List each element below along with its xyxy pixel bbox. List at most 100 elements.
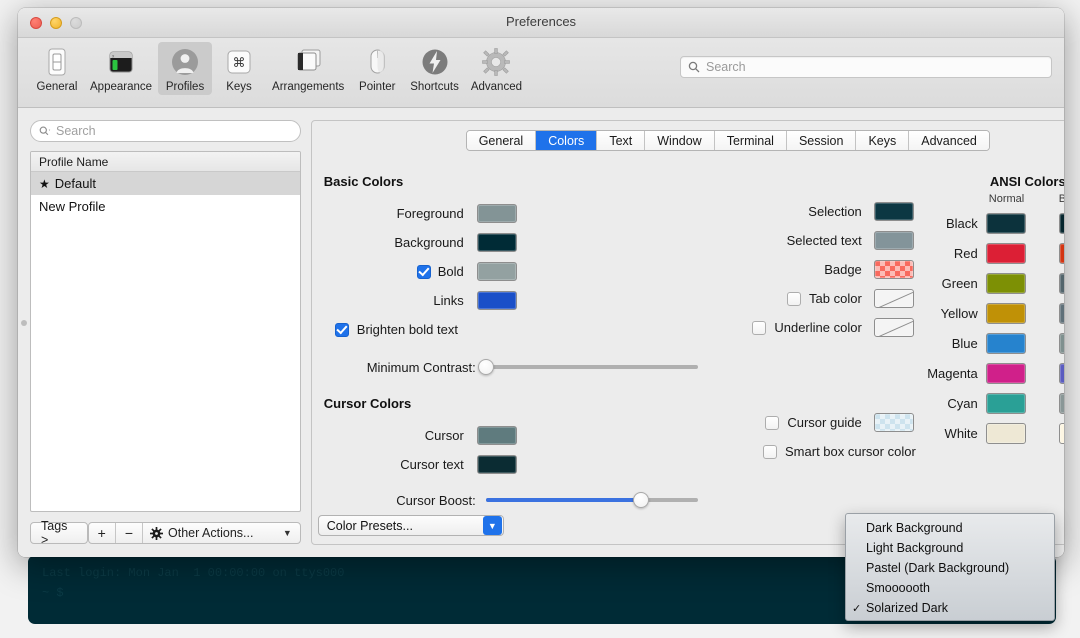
bold-color-swatch[interactable] xyxy=(476,262,517,281)
ansi-blue-bright-swatch[interactable] xyxy=(1058,332,1064,354)
ansi-white-bright-swatch[interactable] xyxy=(1058,422,1064,444)
selected-text-label: Selected text xyxy=(786,233,862,248)
toolbar-item-pointer[interactable]: Pointer xyxy=(350,42,404,95)
ansi-black-normal-swatch[interactable] xyxy=(985,212,1026,234)
background-label: Background xyxy=(394,235,464,250)
tab-text[interactable]: Text xyxy=(597,131,646,150)
toolbar-item-shortcuts[interactable]: Shortcuts xyxy=(404,42,465,95)
ansi-magenta-normal-swatch[interactable] xyxy=(985,362,1026,384)
underline-color-checkbox[interactable] xyxy=(752,320,767,335)
cursor-boost-slider[interactable] xyxy=(485,492,698,508)
selection-color-swatch[interactable] xyxy=(873,202,914,221)
sidebar-footer: Tags > + − Other Actions... ▼ xyxy=(30,519,301,547)
profiles-column-header[interactable]: Profile Name xyxy=(31,152,300,172)
ansi-row-black: Black xyxy=(924,208,1064,238)
profile-row-new-profile[interactable]: New Profile xyxy=(31,195,300,218)
tab-advanced[interactable]: Advanced xyxy=(909,131,989,150)
other-actions-button[interactable]: Other Actions... ▼ xyxy=(143,523,300,543)
row-minimum-contrast: Minimum Contrast: xyxy=(324,352,716,382)
badge-color-swatch[interactable] xyxy=(873,260,914,279)
ansi-colors-column: ANSI Colors Normal Bright Black R xyxy=(916,174,1064,515)
toolbar-item-label: Pointer xyxy=(359,81,396,93)
menu-item-label: Smoooooth xyxy=(866,581,930,595)
row-cursor-text: Cursor text xyxy=(324,450,716,479)
underline-color-swatch[interactable] xyxy=(873,318,914,337)
toolbar-item-label: Profiles xyxy=(165,81,205,93)
ansi-green-normal-swatch[interactable] xyxy=(985,272,1026,294)
ansi-label: Cyan xyxy=(947,395,978,411)
ansi-cyan-bright-swatch[interactable] xyxy=(1058,392,1064,414)
ansi-black-bright-swatch[interactable] xyxy=(1058,212,1064,234)
chevron-down-icon: ▼ xyxy=(282,528,292,538)
menu-item-pastel-dark-background[interactable]: Pastel (Dark Background) xyxy=(846,558,1054,578)
toolbar-item-profiles[interactable]: Profiles xyxy=(158,42,213,95)
tab-color-checkbox[interactable] xyxy=(787,291,802,306)
menu-item-solarized-dark[interactable]: ✓ Solarized Dark xyxy=(846,598,1054,618)
menu-item-light-background[interactable]: Light Background xyxy=(846,538,1054,558)
bold-checkbox[interactable] xyxy=(416,264,431,279)
tab-window[interactable]: Window xyxy=(645,131,715,150)
slider-knob[interactable] xyxy=(477,359,494,375)
ansi-red-normal-swatch[interactable] xyxy=(985,242,1026,264)
ansi-cyan-normal-swatch[interactable] xyxy=(985,392,1026,414)
gear-icon xyxy=(150,526,163,540)
general-icon xyxy=(39,45,75,79)
row-cursor: Cursor xyxy=(324,421,716,450)
ansi-blue-normal-swatch[interactable] xyxy=(985,332,1026,354)
cursor-color-swatch[interactable] xyxy=(476,426,517,445)
background-color-swatch[interactable] xyxy=(476,233,517,252)
links-color-swatch[interactable] xyxy=(476,291,517,310)
ansi-green-bright-swatch[interactable] xyxy=(1058,272,1064,294)
slider-knob[interactable] xyxy=(632,492,649,508)
cursor-guide-color-swatch[interactable] xyxy=(873,413,914,432)
tab-general[interactable]: General xyxy=(466,131,537,150)
row-selection: Selection xyxy=(716,197,916,226)
cursor-text-color-swatch[interactable] xyxy=(476,455,517,474)
smart-box-cursor-color-checkbox[interactable] xyxy=(763,444,778,459)
ansi-yellow-normal-swatch[interactable] xyxy=(985,302,1026,324)
toolbar-item-general[interactable]: General xyxy=(30,42,84,95)
tab-terminal[interactable]: Terminal xyxy=(714,131,787,150)
profile-search-input[interactable]: Search xyxy=(30,120,301,142)
toolbar-item-advanced[interactable]: Advanced xyxy=(465,42,528,95)
toolbar-item-keys[interactable]: ⌘ Keys xyxy=(212,42,266,95)
selection-label: Selection xyxy=(808,204,862,219)
ansi-row-red: Red xyxy=(924,238,1064,268)
tab-session[interactable]: Session xyxy=(786,131,857,150)
cursor-guide-checkbox[interactable] xyxy=(765,415,780,430)
ansi-red-bright-swatch[interactable] xyxy=(1058,242,1064,264)
menu-item-smoooooth[interactable]: Smoooooth xyxy=(846,578,1054,598)
row-cursor-boost: Cursor Boost: xyxy=(324,485,716,515)
ansi-row-cyan: Cyan xyxy=(924,388,1064,418)
terminal-ghost-line: ~ $ xyxy=(42,586,64,600)
menu-item-label: Pastel (Dark Background) xyxy=(866,561,1010,575)
tags-button[interactable]: Tags > xyxy=(30,519,88,547)
toolbar-item-appearance[interactable]: x Appearance xyxy=(84,42,158,95)
cursor-guide-label: Cursor guide xyxy=(787,415,862,430)
brighten-bold-text-checkbox[interactable] xyxy=(334,322,349,337)
window-title: Preferences xyxy=(505,14,577,29)
minimum-contrast-slider[interactable] xyxy=(477,359,698,375)
toolbar-search-input[interactable]: Search xyxy=(680,56,1052,78)
profile-row-default[interactable]: ★ Default xyxy=(31,172,300,195)
ansi-magenta-bright-swatch[interactable] xyxy=(1058,362,1064,384)
tab-color-swatch[interactable] xyxy=(873,289,914,308)
foreground-color-swatch[interactable] xyxy=(476,204,517,223)
color-presets-menu: Dark Background Light Background Pastel … xyxy=(845,513,1055,621)
ansi-white-normal-swatch[interactable] xyxy=(985,422,1026,444)
ansi-yellow-bright-swatch[interactable] xyxy=(1058,302,1064,324)
window-titlebar[interactable]: Preferences xyxy=(18,8,1064,38)
star-icon: ★ xyxy=(39,176,50,191)
menu-item-dark-background[interactable]: Dark Background xyxy=(846,518,1054,538)
add-profile-button[interactable]: + xyxy=(89,523,116,543)
tab-colors[interactable]: Colors xyxy=(536,131,598,150)
selected-text-color-swatch[interactable] xyxy=(873,231,914,250)
remove-profile-button[interactable]: − xyxy=(116,523,143,543)
row-links: Links xyxy=(324,286,716,315)
tab-keys[interactable]: Keys xyxy=(856,131,910,150)
panel-resize-handle[interactable] xyxy=(21,320,27,326)
search-icon xyxy=(39,126,51,136)
underline-color-label: Underline color xyxy=(774,320,862,335)
toolbar-item-arrangements[interactable]: Arrangements xyxy=(266,42,350,95)
color-presets-button[interactable]: Color Presets... ▼ xyxy=(317,515,504,536)
